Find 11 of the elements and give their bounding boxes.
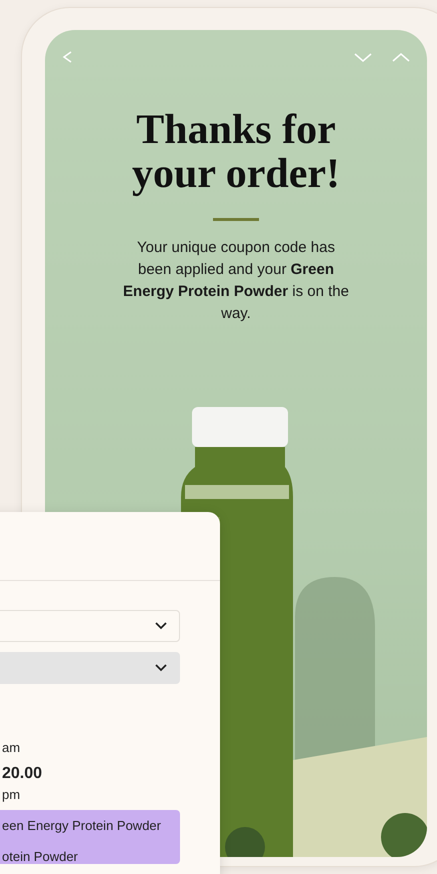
- caret-icon: [155, 664, 167, 672]
- product-name: een Energy Protein Powder: [2, 818, 162, 833]
- product-name: otein Powder: [2, 849, 79, 864]
- time-text: am: [2, 740, 22, 755]
- time-text: pm: [2, 787, 22, 802]
- order-message: Your unique coupon code has been applied and your Green Energy Protein Powder is on the way.: [122, 238, 350, 324]
- dropdown-field[interactable]: [0, 610, 180, 642]
- chevron-up-icon[interactable]: [391, 50, 411, 64]
- page-title: Thanks for your order!: [130, 108, 341, 196]
- caret-icon: [155, 622, 167, 630]
- amount-text: 20.00: [2, 765, 44, 783]
